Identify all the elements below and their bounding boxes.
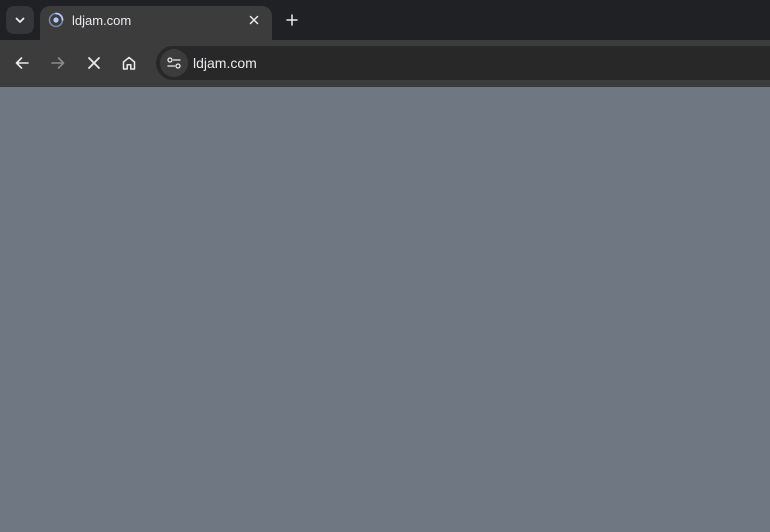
page-content-area[interactable] [0, 87, 770, 532]
stop-loading-button[interactable] [80, 49, 108, 77]
plus-icon [286, 14, 298, 26]
site-info-button[interactable] [160, 49, 188, 77]
browser-toolbar: ldjam.com [0, 40, 770, 87]
loading-spinner-icon [48, 12, 64, 28]
tab-close-button[interactable] [246, 12, 262, 28]
forward-button[interactable] [44, 49, 72, 77]
tab-title: ldjam.com [72, 13, 132, 28]
tab-strip: ldjam.com [0, 0, 770, 40]
back-arrow-icon [15, 57, 29, 69]
tab-search-button[interactable] [6, 6, 34, 34]
back-button[interactable] [8, 49, 36, 77]
tune-icon [167, 57, 181, 69]
stop-loading-icon [88, 57, 100, 69]
new-tab-button[interactable] [280, 8, 304, 32]
address-url: ldjam.com [193, 55, 257, 71]
address-bar[interactable]: ldjam.com [156, 46, 770, 80]
browser-window: ldjam.com ldjam.com [0, 0, 770, 532]
home-icon [122, 56, 136, 70]
close-icon [249, 15, 259, 25]
chevron-down-icon [15, 17, 25, 23]
forward-arrow-icon [51, 57, 65, 69]
home-button[interactable] [115, 49, 143, 77]
tab-ldjam[interactable]: ldjam.com [40, 6, 272, 40]
